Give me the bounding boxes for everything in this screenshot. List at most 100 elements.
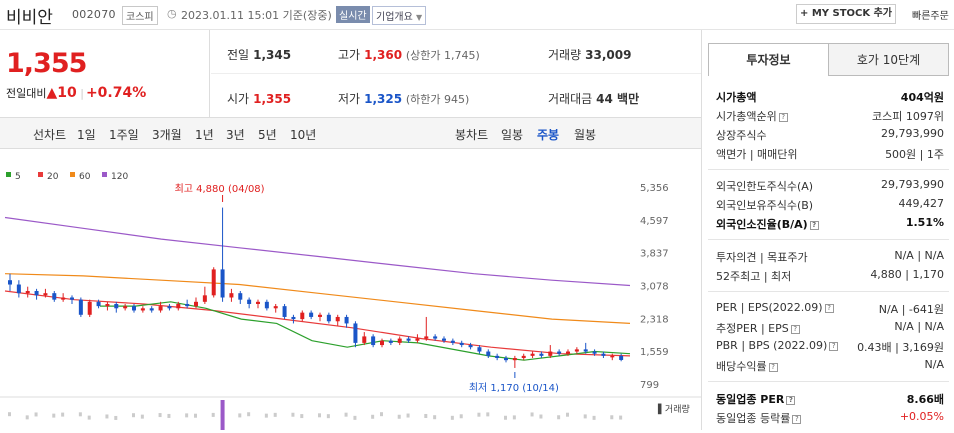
change-label: 전일대비: [6, 87, 46, 100]
volume-bar: [26, 415, 29, 419]
stock-code: 002070: [72, 8, 116, 21]
volume-bar: [539, 415, 542, 419]
candle-weekly[interactable]: 주봉: [537, 126, 559, 143]
candle-chart-label[interactable]: 봉차트: [455, 126, 488, 143]
my-stock-add-button[interactable]: + MY STOCK 추가: [796, 4, 896, 24]
candle-body: [522, 356, 526, 358]
legend-swatch: [6, 172, 11, 177]
quick-order-link[interactable]: 빠른주문: [912, 7, 949, 22]
period-3m[interactable]: 3개월: [152, 126, 182, 143]
info-icon[interactable]: ?: [825, 304, 834, 313]
section-divider: [708, 381, 949, 382]
candle-body: [61, 297, 65, 299]
candle-body: [97, 302, 101, 306]
company-overview-dropdown[interactable]: 기업개요 ▼: [372, 6, 426, 25]
high-label: 고가: [338, 48, 360, 62]
candle-body: [407, 339, 411, 341]
low-value: 1,325: [364, 92, 402, 106]
market-cap-value: 404억원: [901, 89, 944, 105]
candle-body: [176, 304, 180, 308]
volume-bar: [504, 416, 507, 420]
volume-bar: [132, 413, 135, 417]
volume-bar: [238, 413, 241, 417]
y-tick-label: 3,837: [640, 249, 669, 260]
candle-body: [548, 352, 552, 356]
legend-swatch: [70, 172, 75, 177]
candle-body: [300, 313, 304, 319]
candle-body: [256, 302, 260, 304]
candle-body: [601, 354, 605, 356]
row-cap-rank: 시가총액순위? 코스피 1097위: [716, 106, 944, 125]
candle-daily[interactable]: 일봉: [501, 126, 523, 143]
volume-bar: [274, 413, 277, 417]
info-icon[interactable]: ?: [810, 221, 819, 230]
volume-bar: [212, 413, 215, 417]
info-icon[interactable]: ?: [792, 415, 801, 424]
chart-toolbar: 선차트 1일 1주일 3개월 1년 3년 5년 10년 봉차트 일봉 주봉 월봉: [0, 117, 701, 149]
volume-bar: [407, 414, 410, 418]
volume-bar: [380, 412, 383, 416]
info-icon[interactable]: ?: [786, 396, 795, 405]
realtime-badge[interactable]: 실시간: [336, 6, 370, 23]
section-divider: [708, 239, 949, 240]
low-annotation: 최저 1,170 (10/14): [469, 382, 559, 394]
row-par: 액면가 | 매매단위 500원 | 1주: [716, 144, 944, 163]
info-icon[interactable]: ?: [829, 342, 838, 351]
chevron-down-icon: ▼: [416, 13, 422, 22]
row-foreign-ratio: 외국인소진율(B/A)? 1.51%: [716, 214, 944, 233]
volume-bar: [265, 414, 268, 418]
volume-bar: [486, 412, 489, 416]
tab-invest-info[interactable]: 투자정보: [708, 43, 829, 76]
period-10y[interactable]: 10년: [290, 126, 316, 143]
period-1y[interactable]: 1년: [195, 126, 214, 143]
volume-bar: [619, 416, 622, 420]
candle-body: [194, 302, 198, 306]
candle-body: [132, 306, 136, 310]
volume-bar: [345, 413, 348, 417]
period-1w[interactable]: 1주일: [109, 126, 139, 143]
line-chart-label[interactable]: 선차트: [33, 126, 66, 143]
section-divider: [708, 169, 949, 170]
row-pbr: PBR | BPS (2022.09)? 0.43배 | 3,169원: [716, 337, 944, 356]
candle-body: [593, 352, 597, 354]
candle-body: [123, 306, 127, 308]
volume-bar: [593, 416, 596, 420]
high-annotation: 최고 4,880 (04/08): [175, 183, 265, 195]
peer-rate-value: +0.05%: [900, 410, 944, 423]
candle-body: [513, 358, 517, 360]
candle-body: [26, 291, 30, 293]
opinion-label: 투자의견 | 목표주가: [716, 249, 808, 265]
prev-close-label: 전일: [227, 48, 249, 62]
candle-body: [477, 347, 481, 351]
candle-body: [43, 293, 47, 295]
candle-body: [150, 308, 154, 310]
volume-bar: [8, 412, 11, 416]
clock-icon: ◷: [167, 7, 177, 20]
candle-monthly[interactable]: 월봉: [574, 126, 596, 143]
period-3y[interactable]: 3년: [226, 126, 245, 143]
tab-orderbook-10[interactable]: 호가 10단계: [829, 43, 949, 76]
candle-body: [52, 293, 56, 299]
candle-body: [70, 297, 74, 299]
candle-body: [531, 354, 535, 356]
period-5y[interactable]: 5년: [258, 126, 277, 143]
volume-bar: [300, 414, 303, 418]
volume-bar: [566, 413, 569, 417]
legend-label: 5: [15, 172, 21, 182]
foreign-hold-label: 외국인보유주식수(B): [716, 197, 813, 213]
week52-label: 52주최고 | 최저: [716, 268, 791, 284]
high-value: 1,360: [364, 48, 402, 62]
peer-rate-label: 동일업종 등락률?: [716, 410, 801, 426]
quote-datetime: 2023.01.11 15:01 기준(장중): [181, 7, 332, 23]
info-icon[interactable]: ?: [791, 325, 800, 334]
candle-body: [539, 354, 543, 356]
invest-info-panel: 투자정보 호가 10단계 시가총액 404억원 시가총액순위? 코스피 1097위 …: [708, 43, 954, 430]
candlestick-chart: 5,356 4,597 3,837 3,078 2,318 1,559 799 5 20 60 12…: [0, 150, 701, 430]
volume-bar: [433, 415, 436, 419]
info-icon[interactable]: ?: [769, 363, 778, 372]
panel-divider: [701, 30, 702, 430]
pbr-value: 0.43배 | 3,169원: [857, 339, 944, 355]
period-1d[interactable]: 1일: [77, 126, 96, 143]
info-icon[interactable]: ?: [779, 113, 788, 122]
open: 시가 1,355: [227, 90, 291, 107]
